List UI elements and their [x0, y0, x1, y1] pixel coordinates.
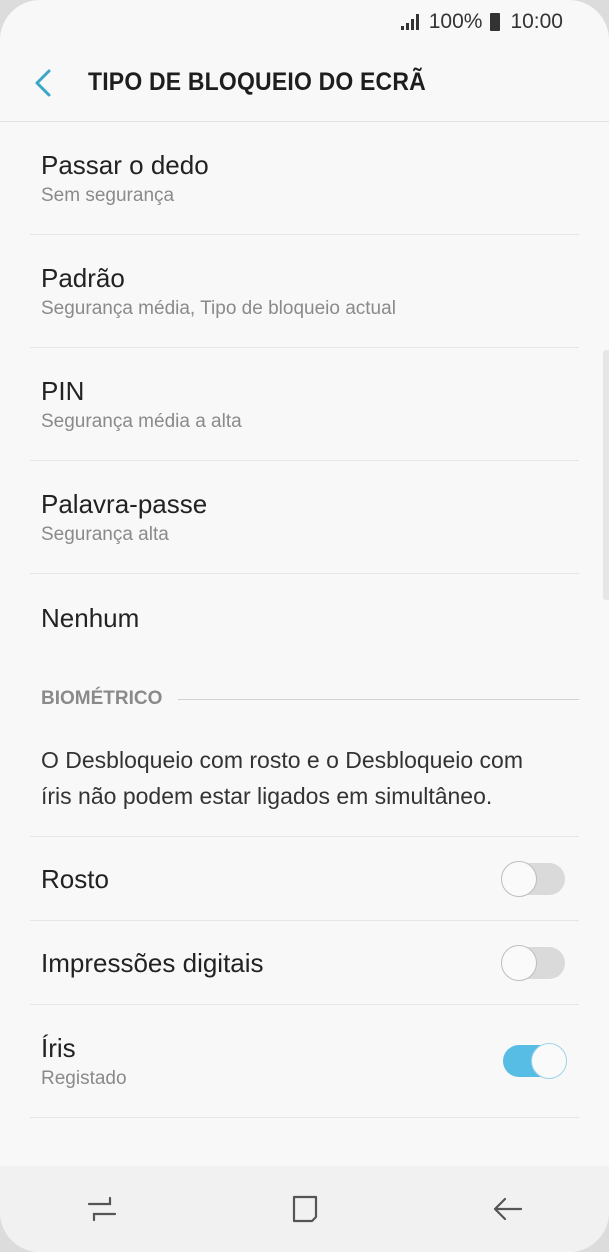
page-title: TIPO DE BLOQUEIO DO ECRÃ: [88, 68, 426, 96]
iris-switch[interactable]: [503, 1043, 567, 1079]
home-icon: [292, 1195, 317, 1223]
system-back-button[interactable]: [468, 1179, 548, 1239]
option-pin[interactable]: PIN Segurança média a alta: [30, 348, 579, 461]
chevron-left-icon: [35, 69, 51, 96]
option-subtitle: Segurança alta: [41, 524, 169, 545]
signal-icon: [400, 14, 419, 30]
face-switch[interactable]: [501, 860, 565, 897]
lock-type-list: Passar o dedo Sem segurança Padrão Segur…: [0, 122, 609, 1118]
option-title: Passar o dedo: [41, 150, 209, 180]
toggle-row-face[interactable]: Rosto: [30, 837, 579, 921]
edge-panel-handle[interactable]: [603, 350, 609, 600]
option-title: Padrão: [41, 263, 125, 293]
option-title: Palavra-passe: [41, 489, 208, 519]
toggle-row-fingerprint[interactable]: Impressões digitais: [30, 921, 579, 1005]
recent-apps-button[interactable]: [62, 1179, 142, 1239]
section-label: BIOMÉTRICO: [41, 688, 163, 709]
battery-icon: [490, 13, 501, 31]
toggle-row-iris[interactable]: Íris Registado: [30, 1005, 579, 1118]
biometric-section-header: BIOMÉTRICO: [30, 662, 579, 736]
option-title: Nenhum: [41, 603, 140, 633]
option-password[interactable]: Palavra-passe Segurança alta: [30, 461, 579, 574]
battery-percent: 100%: [428, 10, 483, 33]
option-subtitle: Segurança média a alta: [41, 411, 242, 432]
toggle-subtitle: Registado: [41, 1068, 127, 1089]
biometric-description: O Desbloqueio com rosto e o Desbloqueio …: [30, 736, 579, 837]
option-none[interactable]: Nenhum: [30, 574, 579, 662]
clock: 10:00: [510, 10, 563, 33]
option-swipe[interactable]: Passar o dedo Sem segurança: [30, 122, 579, 235]
back-button[interactable]: [0, 44, 88, 122]
option-subtitle: Segurança média, Tipo de bloqueio actual: [41, 298, 396, 319]
home-button[interactable]: [265, 1179, 345, 1239]
fingerprint-switch[interactable]: [501, 944, 565, 981]
toggle-title: Íris: [41, 1033, 76, 1063]
toggle-title: Impressões digitais: [41, 947, 264, 978]
phone-screen: 100% 10:00 TIPO DE BLOQUEIO DO ECRÃ Pass…: [0, 0, 609, 1252]
toggle-title: Rosto: [41, 863, 109, 894]
recent-apps-icon: [87, 1196, 116, 1222]
status-bar: 100% 10:00: [0, 0, 609, 44]
option-pattern[interactable]: Padrão Segurança média, Tipo de bloqueio…: [30, 235, 579, 348]
back-icon: [493, 1197, 522, 1221]
option-subtitle: Sem segurança: [41, 185, 175, 206]
navigation-bar: [0, 1166, 609, 1252]
section-divider: [178, 698, 579, 700]
option-title: PIN: [41, 376, 85, 406]
app-bar: TIPO DE BLOQUEIO DO ECRÃ: [0, 44, 609, 122]
